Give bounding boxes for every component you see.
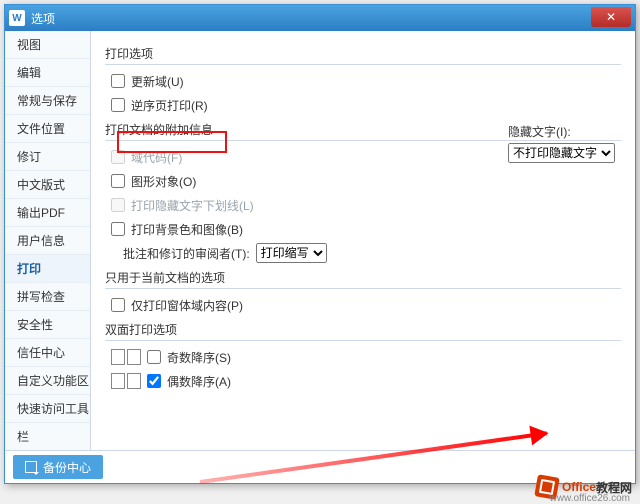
checkbox[interactable] [147,374,161,388]
group-title-print-options: 打印选项 [105,45,621,65]
option-graphic-objects[interactable]: 图形对象(O) [111,171,621,191]
backup-center-button[interactable]: 备份中心 [13,455,103,479]
option-odd-desc[interactable]: 奇数降序(S) [111,347,621,367]
group-title-current-doc: 只用于当前文档的选项 [105,269,621,289]
sidebar-item[interactable]: 安全性 [5,311,90,339]
sidebar-item[interactable]: 文件位置 [5,115,90,143]
option-form-fields-only[interactable]: 仅打印窗体域内容(P) [111,295,621,315]
sidebar-item[interactable]: 用户信息 [5,227,90,255]
option-reviewer: 批注和修订的审阅者(T): 打印缩写 [111,243,621,263]
checkbox[interactable] [111,174,125,188]
hidden-text-label: 隐藏文字(I): [508,123,615,140]
option-update-fields[interactable]: 更新域(U) [111,71,621,91]
duplex-icon [111,373,141,389]
client-area: 视图编辑常规与保存文件位置修订中文版式输出PDF用户信息打印拼写检查安全性信任中… [5,31,635,451]
app-icon: W [9,10,25,26]
checkbox[interactable] [111,222,125,236]
sidebar: 视图编辑常规与保存文件位置修订中文版式输出PDF用户信息打印拼写检查安全性信任中… [5,31,91,450]
sidebar-item[interactable]: 拼写检查 [5,283,90,311]
group-title-duplex: 双面打印选项 [105,321,621,341]
sidebar-item[interactable]: 视图 [5,31,90,59]
backup-icon [25,461,37,473]
sidebar-item[interactable]: 信任中心 [5,339,90,367]
sidebar-item[interactable]: 常规与保存 [5,87,90,115]
hidden-text-select[interactable]: 不打印隐藏文字 [508,143,615,163]
checkbox [111,150,125,164]
window-title: 选项 [31,10,591,27]
option-hidden-underline: 打印隐藏文字下划线(L) [111,195,621,215]
checkbox [111,198,125,212]
watermark-url: www.office26.com [550,493,630,504]
sidebar-item[interactable]: 打印 [5,255,90,283]
sidebar-item[interactable]: 修订 [5,143,90,171]
option-background-images[interactable]: 打印背景色和图像(B) [111,219,621,239]
sidebar-item[interactable]: 快速访问工具栏 [5,395,90,423]
hidden-text-group: 隐藏文字(I): 不打印隐藏文字 [508,123,615,163]
option-reverse-print[interactable]: 逆序页打印(R) [111,95,621,115]
sidebar-item[interactable]: 编辑 [5,59,90,87]
sidebar-item[interactable]: 自定义功能区 [5,367,90,395]
option-even-desc[interactable]: 偶数降序(A) [111,371,621,391]
reviewer-select[interactable]: 打印缩写 [256,243,327,263]
close-button[interactable]: ✕ [591,7,631,27]
sidebar-item[interactable]: 中文版式 [5,171,90,199]
checkbox[interactable] [111,98,125,112]
checkbox[interactable] [111,298,125,312]
checkbox[interactable] [147,350,161,364]
content-panel: 打印选项 更新域(U) 逆序页打印(R) 打印文档的附加信息 域代码(F) 图形… [91,31,635,450]
sidebar-item[interactable]: 输出PDF [5,199,90,227]
options-window: W 选项 ✕ 视图编辑常规与保存文件位置修订中文版式输出PDF用户信息打印拼写检… [4,4,636,484]
titlebar: W 选项 ✕ [5,5,635,31]
duplex-icon [111,349,141,365]
checkbox[interactable] [111,74,125,88]
